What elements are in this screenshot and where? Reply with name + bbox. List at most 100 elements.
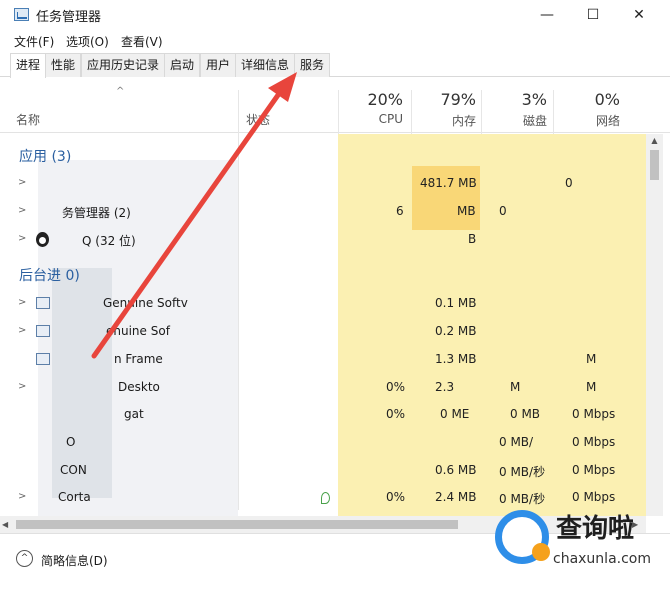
disk-value: 0 xyxy=(499,204,507,218)
expand-icon[interactable]: > xyxy=(18,297,26,308)
column-memory[interactable]: 内存 xyxy=(416,112,476,129)
collapse-up-icon[interactable]: ^ xyxy=(16,550,33,567)
memory-value: 0.2 MB xyxy=(435,324,477,338)
column-disk[interactable]: 磁盘 xyxy=(487,112,547,129)
column-status[interactable]: 状态 xyxy=(246,111,270,128)
process-name: 务管理器 (2) xyxy=(62,206,131,220)
disk-value: 0 MB/秒 xyxy=(499,465,546,479)
network-value: 0 Mbps xyxy=(572,407,616,421)
watermark-logo-dot xyxy=(532,543,550,561)
horizontal-scrollbar[interactable]: ◀ ▶ xyxy=(0,516,646,533)
menu-options[interactable]: 选项(O) xyxy=(66,33,109,50)
minimize-button[interactable]: — xyxy=(524,0,570,30)
process-name: Corta xyxy=(58,490,91,504)
expand-icon[interactable]: > xyxy=(18,205,26,216)
group-apps[interactable]: 应用 (3) xyxy=(19,146,71,166)
sort-up-icon[interactable]: ^ xyxy=(116,86,124,97)
process-name: enuine Sof xyxy=(106,324,170,338)
memory-value: MB xyxy=(457,204,476,218)
network-value: 0 xyxy=(565,176,573,190)
memory-value: 2.4 MB xyxy=(435,490,477,504)
expand-icon[interactable]: > xyxy=(18,233,26,244)
memory-value: 1.3 MB xyxy=(435,352,477,366)
process-name: Deskto xyxy=(118,380,160,394)
group-background[interactable]: 后台进 0) xyxy=(19,265,80,285)
process-name: O xyxy=(66,435,76,449)
disk-value: M xyxy=(510,380,521,394)
table-row[interactable]: CON 0.6 MB 0 MB/秒 0 Mbps xyxy=(0,457,646,485)
expand-icon[interactable]: > xyxy=(18,381,26,392)
table-row[interactable]: > Genuine Softv 0.1 MB xyxy=(0,290,646,318)
tab-app-history[interactable]: 应用历史记录 xyxy=(81,53,166,77)
fewer-details-link[interactable]: 简略信息(D) xyxy=(41,552,108,569)
qq-penguin-icon xyxy=(36,232,49,247)
table-row[interactable]: > Corta 0% 2.4 MB 0 MB/秒 0 Mbps xyxy=(0,484,646,512)
cpu-value: 0% xyxy=(386,407,406,421)
tab-processes[interactable]: 进程 xyxy=(10,53,47,78)
table-row[interactable]: > Deskto 0% 2.3 M M xyxy=(0,374,646,402)
window-app-icon xyxy=(36,325,50,337)
network-percent: 0% xyxy=(594,90,620,109)
tab-users[interactable]: 用户 xyxy=(200,53,237,77)
network-value: M xyxy=(586,352,597,366)
expand-icon[interactable]: > xyxy=(18,491,26,502)
table-row[interactable]: > enuine Sof 0.2 MB xyxy=(0,318,646,346)
memory-value: 0.1 MB xyxy=(435,296,477,310)
close-button[interactable]: ✕ xyxy=(616,0,662,30)
tab-startup[interactable]: 启动 xyxy=(164,53,201,77)
watermark-brand: 查询啦 xyxy=(556,514,635,544)
cpu-percent: 20% xyxy=(367,90,403,109)
suspended-leaf-icon xyxy=(321,492,330,504)
network-value: M xyxy=(586,380,597,394)
column-header: ^ 名称 状态 20% CPU 79% 内存 3% 磁盘 0% 网络 xyxy=(0,77,670,133)
disk-value: 0 MB/秒 xyxy=(499,492,546,506)
memory-percent: 79% xyxy=(440,90,476,109)
disk-value: 0 MB/ xyxy=(499,435,534,449)
horizontal-scroll-thumb[interactable] xyxy=(16,520,458,529)
task-manager-icon xyxy=(14,8,29,21)
memory-value: 0 ME xyxy=(440,407,470,421)
memory-value: 0.6 MB xyxy=(435,463,477,477)
window-app-icon xyxy=(36,297,50,309)
vertical-scrollbar[interactable]: ▲ xyxy=(646,134,663,516)
tab-services[interactable]: 服务 xyxy=(294,53,331,77)
tab-performance[interactable]: 性能 xyxy=(45,53,82,77)
cpu-value: 0% xyxy=(386,380,406,394)
window-app-icon xyxy=(36,353,50,365)
process-name: Q (32 位) xyxy=(82,234,136,248)
network-value: 0 Mbps xyxy=(572,463,616,477)
scroll-left-icon[interactable]: ◀ xyxy=(2,516,8,533)
process-name: gat xyxy=(124,407,144,421)
title-bar: 任务管理器 — ☐ ✕ xyxy=(0,0,670,30)
menu-file[interactable]: 文件(F) xyxy=(14,33,54,50)
table-row[interactable]: > 481.7 MB 0 xyxy=(0,170,646,198)
column-network[interactable]: 网络 xyxy=(560,112,620,129)
tab-details[interactable]: 详细信息 xyxy=(235,53,296,77)
table-row[interactable]: > Q (32 位) B xyxy=(0,226,646,254)
process-name: CON xyxy=(60,463,87,477)
cpu-value: 6 xyxy=(396,204,404,218)
cpu-value: 0% xyxy=(386,490,406,504)
watermark-site: chaxunla.com xyxy=(553,551,651,567)
disk-percent: 3% xyxy=(521,90,547,109)
column-name[interactable]: 名称 xyxy=(16,111,40,128)
scroll-up-icon[interactable]: ▲ xyxy=(646,134,663,148)
network-value: 0 Mbps xyxy=(572,490,616,504)
table-row[interactable]: > 务管理器 (2) 6 MB 0 xyxy=(0,198,646,226)
menu-bar: 文件(F) 选项(O) 查看(V) xyxy=(0,30,670,52)
vertical-scroll-thumb[interactable] xyxy=(650,150,659,180)
expand-icon[interactable]: > xyxy=(18,177,26,188)
process-name: Genuine Softv xyxy=(103,296,188,310)
network-value: 0 Mbps xyxy=(572,435,616,449)
maximize-button[interactable]: ☐ xyxy=(570,0,616,30)
tab-strip: 进程 性能 应用历史记录 启动 用户 详细信息 服务 xyxy=(0,53,670,78)
menu-view[interactable]: 查看(V) xyxy=(121,33,163,50)
disk-value: 0 MB xyxy=(510,407,541,421)
table-row[interactable]: O 0 MB/ 0 Mbps xyxy=(0,429,646,457)
table-row[interactable]: gat 0% 0 ME 0 MB 0 Mbps xyxy=(0,401,646,429)
column-cpu[interactable]: CPU xyxy=(343,112,403,126)
memory-value: 481.7 MB xyxy=(420,176,477,190)
expand-icon[interactable]: > xyxy=(18,325,26,336)
process-name: n Frame xyxy=(114,352,163,366)
table-row[interactable]: n Frame 1.3 MB M xyxy=(0,346,646,374)
